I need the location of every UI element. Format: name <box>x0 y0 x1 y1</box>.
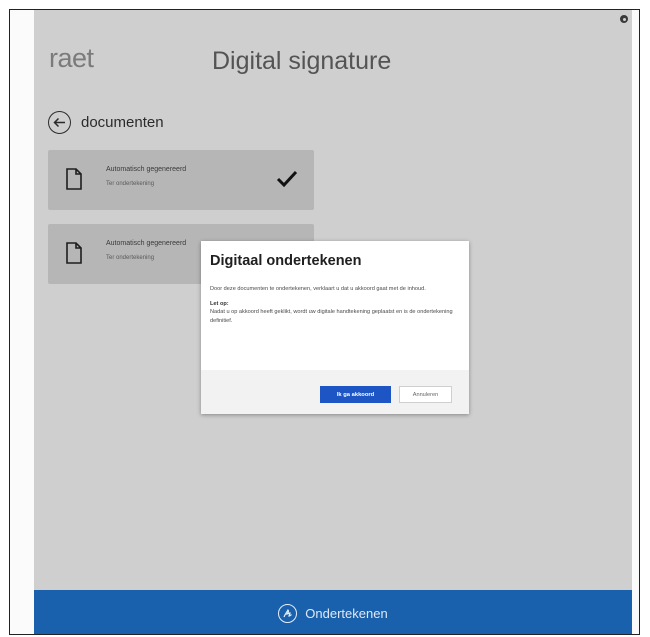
back-label: documenten <box>81 114 164 131</box>
document-title: Automatisch gegenereerd <box>106 240 187 247</box>
window-frame: raet Digital signature documenten Automa… <box>9 9 640 635</box>
signature-icon <box>278 603 298 623</box>
document-status: Ter ondertekening <box>106 255 155 261</box>
raet-logo: raet <box>49 43 94 73</box>
document-title: Automatisch gegenereerd <box>106 166 187 173</box>
dialog-warning-text: Nadat u op akkoord heeft geklikt, wordt … <box>210 309 453 324</box>
app-container: raet Digital signature documenten Automa… <box>34 10 632 634</box>
document-icon <box>66 242 82 269</box>
document-icon <box>66 168 82 195</box>
sign-button[interactable]: Ondertekenen <box>34 590 632 634</box>
checkmark-icon <box>276 170 298 192</box>
cancel-button[interactable]: Annuleren <box>399 386 452 403</box>
back-arrow-icon[interactable] <box>48 111 71 134</box>
app-title: Digital signature <box>212 47 392 75</box>
sign-label: Ondertekenen <box>305 605 388 621</box>
dialog-message: Door deze documenten te ondertekenen, ve… <box>210 286 426 292</box>
dialog-title: Digitaal ondertekenen <box>210 253 362 269</box>
dialog-body: Door deze documenten te ondertekenen, ve… <box>210 285 460 325</box>
back-button[interactable]: documenten <box>48 111 164 134</box>
confirm-button[interactable]: Ik ga akkoord <box>320 386 391 403</box>
sign-dialog: Digitaal ondertekenen Door deze document… <box>201 241 469 414</box>
document-status: Ter ondertekening <box>106 181 155 187</box>
gear-icon[interactable] <box>620 15 628 23</box>
document-item[interactable]: Automatisch gegenereerd Ter ondertekenin… <box>48 150 314 210</box>
dialog-warning-title: Let op: <box>210 300 229 307</box>
dialog-footer: Ik ga akkoord Annuleren <box>201 370 469 414</box>
